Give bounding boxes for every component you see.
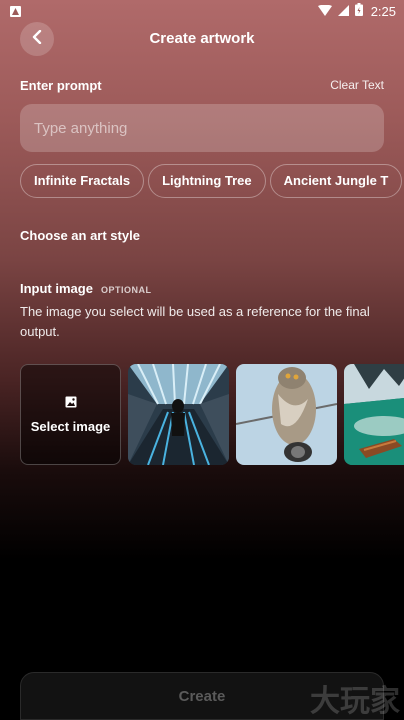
image-icon — [65, 395, 77, 413]
signal-icon — [337, 4, 349, 19]
optional-badge: OPTIONAL — [100, 285, 152, 295]
select-image-button[interactable]: Select image — [20, 364, 121, 465]
suggestion-chip[interactable]: Ancient Jungle T — [269, 164, 403, 198]
reference-image-escalator[interactable] — [128, 364, 229, 465]
prompt-label: Enter prompt — [20, 78, 102, 93]
art-style-label: Choose an art style — [20, 228, 140, 243]
status-bar: 2:25 — [0, 0, 404, 22]
input-image-label: Input image — [20, 281, 93, 296]
input-image-description: The image you select will be used as a r… — [20, 304, 370, 339]
input-image-header: Input image OPTIONAL — [20, 281, 151, 296]
watermark: 大玩家 — [310, 684, 400, 719]
status-right: 2:25 — [317, 3, 396, 19]
status-time: 2:25 — [370, 3, 396, 19]
prompt-input[interactable] — [20, 104, 384, 152]
header: Create artwork — [0, 22, 404, 56]
reference-image-owl[interactable] — [236, 364, 337, 465]
notification-icon — [10, 5, 21, 17]
prompt-suggestions: Infinite Fractals Lightning Tree Ancient J… — [20, 164, 404, 198]
reference-image-boat[interactable] — [344, 364, 404, 465]
status-left — [10, 5, 21, 17]
battery-icon — [354, 3, 363, 19]
select-image-label: Select image — [30, 419, 111, 434]
page-title: Create artwork — [149, 30, 255, 47]
suggestion-chip[interactable]: Infinite Fractals — [20, 164, 145, 198]
wifi-icon — [317, 4, 332, 19]
clear-text-button[interactable]: Clear Text — [330, 78, 384, 92]
image-picker: Select image — [20, 364, 404, 466]
suggestion-chip[interactable]: Lightning Tree — [148, 164, 266, 198]
